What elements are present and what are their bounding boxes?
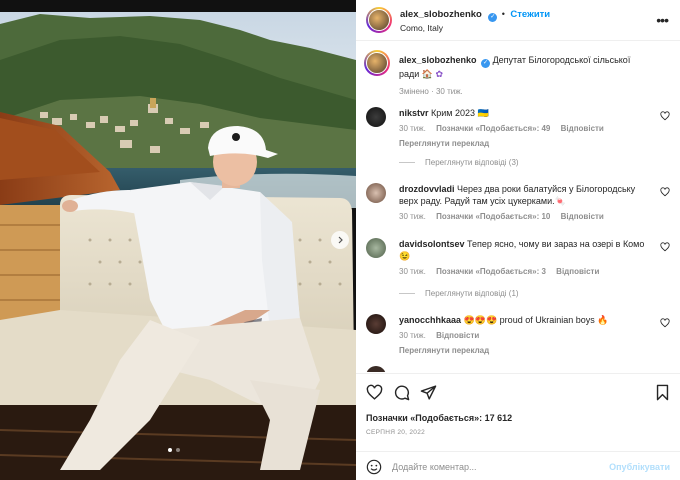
- commenter-avatar[interactable]: [366, 366, 386, 372]
- author-username[interactable]: alex_slobozhenko: [400, 9, 482, 20]
- heart-icon[interactable]: [660, 318, 670, 328]
- caption-username[interactable]: alex_slobozhenko: [399, 55, 477, 65]
- reply-button[interactable]: Відповісти: [556, 267, 599, 276]
- follow-button[interactable]: Стежити: [510, 9, 550, 20]
- house-icon: 🏠: [421, 69, 434, 79]
- photo-scene: [0, 0, 356, 480]
- comment-username[interactable]: nikstvr: [399, 108, 429, 118]
- commenter-avatar[interactable]: [366, 183, 386, 203]
- comment-likes[interactable]: Позначки «Подобається»: 49: [436, 124, 550, 133]
- post-actions: Позначки «Подобається»: 17 612 СЕРПНЯ 20…: [356, 373, 680, 480]
- heart-icon[interactable]: [660, 242, 670, 252]
- view-replies-link[interactable]: Переглянути відповіді (1): [399, 289, 519, 298]
- comment-likes[interactable]: Позначки «Подобається»: 3: [436, 267, 546, 276]
- view-replies-link[interactable]: Переглянути відповіді (3): [399, 158, 519, 167]
- post-photo[interactable]: [0, 0, 356, 480]
- more-options-icon[interactable]: •••: [656, 12, 669, 28]
- heart-icon[interactable]: [366, 384, 383, 401]
- verified-icon: ✓: [481, 59, 491, 68]
- comment-text: 😍😍😍 proud of Ukrainian boys 🔥: [463, 315, 609, 325]
- flower-icon: ✿: [435, 69, 444, 79]
- chevron-right-icon: [338, 236, 343, 244]
- verified-icon: ✓: [488, 12, 498, 22]
- author-avatar[interactable]: [366, 7, 392, 33]
- heart-icon[interactable]: [660, 187, 670, 197]
- carousel-dot: [168, 448, 172, 452]
- comments-list: alex_slobozhenko ✓ Депутат Білогородсько…: [356, 42, 680, 372]
- commenter-avatar[interactable]: [366, 314, 386, 334]
- comment-time: 30 тиж.: [399, 212, 426, 221]
- comment-time: 30 тиж.: [399, 331, 426, 340]
- view-translation-link[interactable]: Переглянути переклад: [399, 346, 489, 355]
- publish-button[interactable]: Опублікувати: [609, 462, 670, 472]
- comment-text: Крим 2023 🇺🇦: [431, 108, 489, 118]
- heart-icon[interactable]: [660, 111, 670, 121]
- emoji-icon[interactable]: [366, 459, 382, 475]
- reply-button[interactable]: Відповісти: [561, 124, 604, 133]
- carousel-next-button[interactable]: [331, 231, 349, 249]
- comment-input[interactable]: Додайте коментар...: [392, 462, 609, 472]
- carousel-dots: [168, 448, 180, 452]
- post-date: СЕРПНЯ 20, 2022: [366, 429, 426, 436]
- bookmark-icon[interactable]: [655, 384, 670, 401]
- reply-button[interactable]: Відповісти: [436, 331, 479, 340]
- comment-time: 30 тиж.: [399, 124, 426, 133]
- author-avatar[interactable]: [364, 50, 390, 76]
- likes-count[interactable]: Позначки «Подобається»: 17 612: [366, 413, 512, 423]
- post-header: alex_slobozhenko ✓ • Стежити Como, Italy…: [356, 0, 680, 41]
- carousel-dot: [176, 448, 180, 452]
- comment-time: 30 тиж.: [399, 267, 426, 276]
- comment-icon[interactable]: [393, 384, 410, 401]
- comment-username[interactable]: yanocchhkaaa: [399, 315, 461, 325]
- view-translation-link[interactable]: Переглянути переклад: [399, 139, 489, 148]
- comment-username[interactable]: davidsolontsev: [399, 239, 465, 249]
- commenter-avatar[interactable]: [366, 238, 386, 258]
- share-icon[interactable]: [420, 384, 437, 401]
- commenter-avatar[interactable]: [366, 107, 386, 127]
- post-location[interactable]: Como, Italy: [400, 22, 550, 35]
- post-panel: alex_slobozhenko ✓ • Стежити Como, Italy…: [356, 0, 680, 480]
- comment-likes[interactable]: Позначки «Подобається»: 10: [436, 212, 550, 221]
- reply-button[interactable]: Відповісти: [561, 212, 604, 221]
- caption-meta: Змінено · 30 тиж.: [399, 87, 463, 96]
- comment-username[interactable]: drozdovvladi: [399, 184, 455, 194]
- add-comment-bar: Додайте коментар... Опублікувати: [356, 451, 680, 480]
